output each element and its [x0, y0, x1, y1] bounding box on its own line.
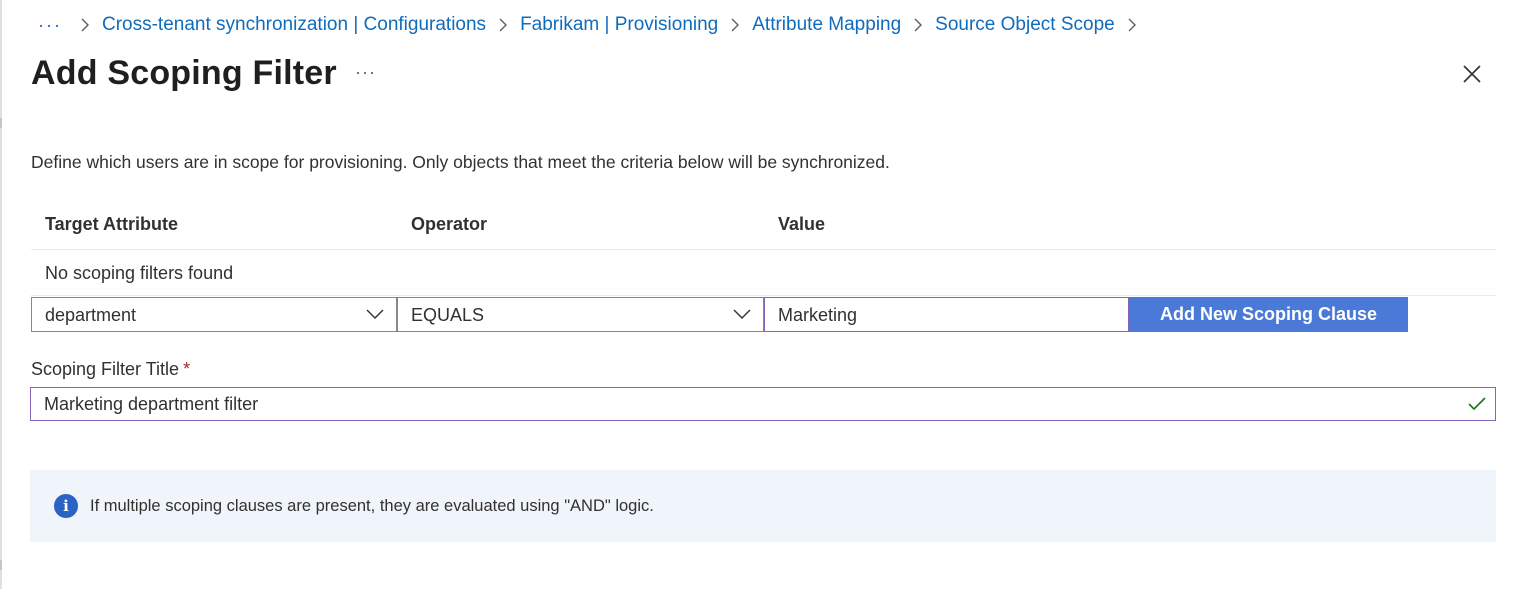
info-message-bar: i If multiple scoping clauses are presen…	[30, 470, 1496, 542]
scoping-filter-title-label: Scoping Filter Title *	[31, 359, 190, 380]
chevron-right-icon	[80, 18, 90, 32]
more-options-button[interactable]: ···	[355, 62, 376, 83]
scoping-filter-title-input[interactable]: Marketing department filter	[30, 387, 1496, 421]
chevron-down-icon	[733, 309, 751, 319]
breadcrumb-link-configurations[interactable]: Cross-tenant synchronization | Configura…	[102, 14, 486, 36]
border-tick	[0, 118, 2, 128]
breadcrumb-link-source-object-scope[interactable]: Source Object Scope	[935, 14, 1115, 36]
page-title: Add Scoping Filter	[31, 54, 337, 92]
left-border	[0, 0, 2, 589]
chevron-right-icon	[730, 18, 740, 32]
divider	[31, 295, 1496, 296]
empty-state-message: No scoping filters found	[45, 263, 234, 283]
column-header-target-attribute: Target Attribute	[45, 214, 178, 234]
border-tick	[0, 560, 2, 570]
target-attribute-dropdown[interactable]: department	[31, 297, 397, 332]
breadcrumb-link-provisioning[interactable]: Fabrikam | Provisioning	[520, 14, 718, 36]
chevron-right-icon	[1127, 18, 1137, 32]
description-text: Define which users are in scope for prov…	[31, 152, 890, 172]
close-button[interactable]	[1459, 61, 1485, 87]
column-header-operator: Operator	[411, 214, 488, 234]
field-label-text: Scoping Filter Title	[31, 359, 180, 379]
chevron-right-icon	[913, 18, 923, 32]
target-attribute-selected-value: department	[45, 305, 137, 325]
breadcrumb-overflow-button[interactable]: ···	[38, 15, 62, 36]
chevron-down-icon	[366, 309, 384, 319]
checkmark-icon	[1468, 397, 1486, 411]
add-new-scoping-clause-button[interactable]: Add New Scoping Clause	[1129, 297, 1408, 332]
breadcrumb: ··· Cross-tenant synchronization | Confi…	[38, 14, 1149, 36]
operator-selected-value: EQUALS	[411, 305, 485, 325]
info-message-text: If multiple scoping clauses are present,…	[90, 496, 654, 515]
value-input[interactable]: Marketing	[764, 297, 1129, 332]
required-marker: *	[183, 359, 191, 379]
scoping-filter-title-value: Marketing department filter	[44, 394, 259, 414]
close-icon	[1463, 65, 1481, 83]
info-icon: i	[54, 494, 78, 518]
breadcrumb-link-attribute-mapping[interactable]: Attribute Mapping	[752, 14, 901, 36]
divider	[31, 249, 1496, 250]
chevron-right-icon	[498, 18, 508, 32]
operator-dropdown[interactable]: EQUALS	[397, 297, 764, 332]
column-header-value: Value	[778, 214, 826, 234]
